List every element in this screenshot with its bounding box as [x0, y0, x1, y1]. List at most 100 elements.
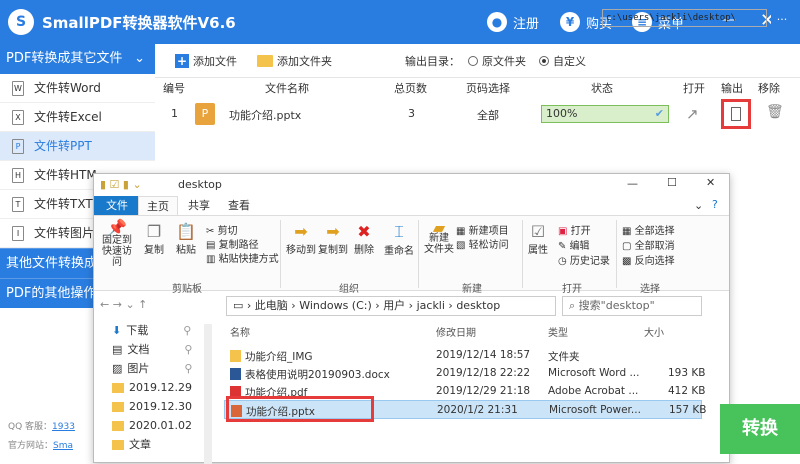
- chevron-down-icon[interactable]: ⌄: [694, 199, 703, 212]
- file-name: 功能介绍_IMG: [245, 351, 313, 363]
- add-file-button[interactable]: + 添加文件: [175, 53, 237, 69]
- pin-icon: ⚲: [184, 362, 193, 375]
- edit-button[interactable]: ✎ 编辑: [558, 237, 590, 252]
- option-custom-folder[interactable]: 自定义: [539, 53, 586, 69]
- app-title: SmallPDF转换器软件V6.6: [42, 14, 236, 32]
- select-all-button[interactable]: ▦ 全部选择: [622, 222, 675, 237]
- paste-button[interactable]: 📋 粘贴: [176, 222, 196, 256]
- properties-button[interactable]: ☑ 属性: [528, 222, 548, 256]
- logo-icon: S: [8, 9, 34, 35]
- output-path-input[interactable]: c:\users\jackli\desktop\: [602, 9, 767, 27]
- nav-scrollbar[interactable]: [204, 324, 212, 464]
- tab-home[interactable]: 主页: [138, 196, 178, 215]
- group-open: 打开: [562, 284, 582, 295]
- yen-icon: ¥: [560, 12, 580, 32]
- divider: [418, 220, 419, 288]
- table-row[interactable]: 1 P 功能介绍.pptx 3 全部 100% ✔ ↗ 🗑: [155, 97, 800, 131]
- picture-icon: ▨: [112, 362, 123, 375]
- word-icon: W: [12, 81, 24, 96]
- invert-selection-button[interactable]: ▩ 反向选择: [622, 252, 675, 267]
- close-button[interactable]: ✕: [706, 176, 715, 189]
- new-item-button[interactable]: ▦ 新建项目: [456, 222, 509, 237]
- pin-icon: ⚲: [183, 324, 192, 337]
- select-none-button[interactable]: ▢ 全部取消: [622, 237, 675, 252]
- file-row[interactable]: 表格使用说明20190903.docx 2019/12/18 22:22 Mic…: [224, 364, 705, 383]
- sidebar-item-excel[interactable]: X 文件转Excel: [0, 103, 155, 132]
- nav-item-folder[interactable]: 2019.12.29: [112, 379, 192, 397]
- trash-icon[interactable]: 🗑: [766, 104, 784, 120]
- row-no: 1: [171, 107, 178, 120]
- address-bar[interactable]: ▭ › 此电脑 › Windows (C:) › 用户 › jackli › d…: [226, 296, 556, 316]
- search-icon: ⌕: [569, 299, 579, 312]
- move-to-button[interactable]: ➡ 移动到: [286, 222, 316, 256]
- sidebar-section-pdf-to-other[interactable]: PDF转换成其它文件 ⌄: [0, 44, 155, 74]
- qq-link[interactable]: 1933: [52, 422, 75, 432]
- copy-button[interactable]: ❐ 复制: [144, 222, 164, 256]
- paste-shortcut-button[interactable]: ▥ 粘贴快捷方式: [206, 250, 279, 265]
- group-organize: 组织: [339, 284, 359, 295]
- site-link[interactable]: Sma: [53, 441, 73, 451]
- row-page-select[interactable]: 全部: [477, 107, 499, 123]
- rename-icon: ⌶: [394, 222, 404, 241]
- sidebar-item-word[interactable]: W 文件转Word: [0, 74, 155, 103]
- file-type: 文件夹: [548, 351, 580, 363]
- excel-icon: X: [12, 110, 24, 125]
- help-icon[interactable]: ?: [712, 198, 718, 211]
- folder-icon: [112, 402, 124, 412]
- option-original-folder[interactable]: 原文件夹: [468, 53, 526, 69]
- cut-button[interactable]: ✂ 剪切: [206, 222, 238, 237]
- file-type: Adobe Acrobat ...: [548, 385, 639, 397]
- txt-icon: T: [12, 197, 24, 212]
- col-no: 编号: [163, 82, 185, 95]
- file-date: 2019/12/29 21:18: [436, 385, 531, 397]
- group-select: 选择: [640, 284, 660, 295]
- nav-item-pictures[interactable]: ▨ 图片 ⚲: [112, 360, 192, 378]
- nav-item-folder[interactable]: 2019.12.30: [112, 398, 192, 416]
- pin-icon: ⚲: [184, 343, 193, 356]
- nav-item-downloads[interactable]: ⬇ 下载 ⚲: [112, 322, 191, 340]
- register-button[interactable]: ● 注册: [487, 11, 539, 33]
- output-icon: [731, 107, 741, 121]
- col-date[interactable]: 修改日期: [436, 324, 476, 339]
- nav-item-folder[interactable]: 文章: [112, 436, 151, 454]
- recent-icon[interactable]: ⌄: [125, 298, 134, 311]
- new-folder-button[interactable]: ▰ 新建 文件夹: [424, 220, 454, 256]
- open-button[interactable]: ▣ 打开: [558, 222, 591, 237]
- rename-button[interactable]: ⌶ 重命名: [384, 222, 414, 257]
- tab-file[interactable]: 文件: [94, 196, 140, 215]
- copy-path-button[interactable]: ▤ 复制路径: [206, 236, 259, 251]
- pin-button[interactable]: 📌 固定到 快速访问: [102, 220, 132, 269]
- nav-item-documents[interactable]: ▤ 文档 ⚲: [112, 341, 192, 359]
- pptx-file-icon: P: [195, 103, 215, 125]
- col-name[interactable]: 名称: [230, 324, 250, 339]
- col-type[interactable]: 类型: [548, 324, 568, 339]
- maximize-button[interactable]: ☐: [667, 176, 677, 189]
- browse-button[interactable]: ...: [771, 9, 793, 27]
- output-folder-button[interactable]: [721, 99, 751, 129]
- file-row[interactable]: 功能介绍_IMG 2019/12/14 18:57 文件夹: [224, 346, 702, 365]
- easy-access-button[interactable]: ▧ 轻松访问: [456, 236, 509, 251]
- qq-label: QQ 客服：: [8, 422, 53, 432]
- minimize-button[interactable]: —: [627, 177, 638, 190]
- radio-icon: [468, 56, 478, 66]
- col-size[interactable]: 大小: [644, 324, 664, 339]
- delete-icon: ✖: [357, 222, 371, 241]
- nav-item-folder[interactable]: 2020.01.02: [112, 417, 192, 435]
- col-output: 输出: [721, 82, 743, 95]
- back-icon[interactable]: ←: [100, 298, 109, 311]
- properties-icon: ☑: [530, 222, 546, 241]
- history-button[interactable]: ◷ 历史记录: [558, 252, 610, 267]
- select-all-icon: ▦: [622, 226, 635, 237]
- search-input[interactable]: ⌕ 搜索"desktop": [562, 296, 702, 316]
- sidebar-item-ppt[interactable]: P 文件转PPT: [0, 132, 155, 161]
- up-icon[interactable]: ↑: [138, 298, 147, 311]
- tab-share[interactable]: 共享: [180, 196, 218, 215]
- add-folder-button[interactable]: 添加文件夹: [257, 53, 332, 69]
- tab-view[interactable]: 查看: [220, 196, 258, 215]
- copy-to-button[interactable]: ➡ 复制到: [318, 222, 348, 256]
- delete-button[interactable]: ✖ 删除: [354, 222, 374, 256]
- convert-button[interactable]: 转换: [720, 404, 800, 454]
- forward-icon[interactable]: →: [113, 298, 122, 311]
- col-pages: 总页数: [394, 82, 427, 95]
- open-external-icon[interactable]: ↗: [686, 105, 699, 123]
